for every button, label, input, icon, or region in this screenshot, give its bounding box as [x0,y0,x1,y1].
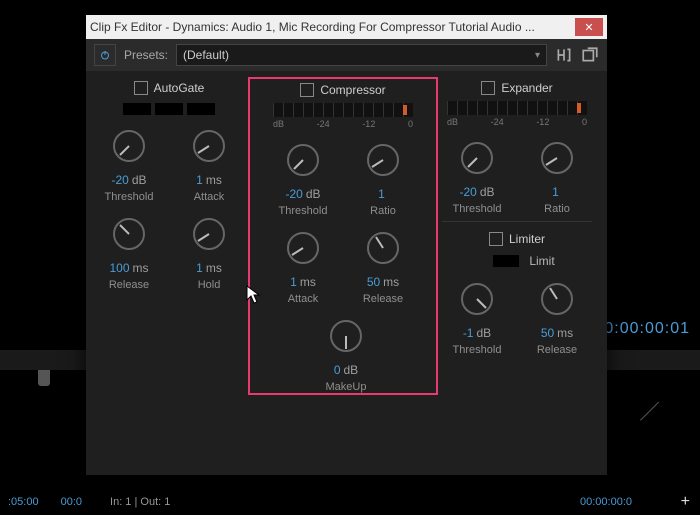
section-autogate: AutoGate -20dB Threshold 1ms Attack [94,77,244,395]
close-icon: ✕ [584,21,593,34]
section-limiter: Limiter Limit -1dB Threshold [442,221,592,356]
status-timecode-1: :05:00 [8,496,39,508]
limiter-title: Limiter [509,232,545,246]
presets-label: Presets: [124,48,168,62]
status-bar: :05:00 00:0 In: 1 | Out: 1 00:00:00:0 + [0,489,700,515]
dynamics-sections: AutoGate -20dB Threshold 1ms Attack [86,71,607,403]
undock-button[interactable] [581,46,599,64]
expander-meter-scale: dB-24-120 [447,117,587,127]
host-app: 00:00:00:01 :05:00 00:0 In: 1 | Out: 1 0… [0,0,700,515]
add-button[interactable]: + [681,493,690,511]
compressor-gr-meter [273,103,413,117]
autogate-title: AutoGate [154,81,205,95]
status-timecode-2: 00:0 [61,496,82,508]
expander-enable-checkbox[interactable] [481,81,495,95]
autogate-hold-knob[interactable] [188,213,230,255]
limiter-threshold-knob[interactable] [456,278,498,320]
autogate-enable-checkbox[interactable] [134,81,148,95]
routing-icon [555,46,573,64]
fx-toolbar: Presets: (Default) ▾ [86,39,607,71]
section-expander: Expander dB-24-120 -20dB Threshold [442,77,592,215]
autogate-state-leds [123,103,215,115]
clip-fx-editor-window: Clip Fx Editor - Dynamics: Audio 1, Mic … [86,15,607,475]
compressor-enable-checkbox[interactable] [300,83,314,97]
compressor-header[interactable]: Compressor [300,79,385,101]
status-in-out: In: 1 | Out: 1 [110,496,170,508]
compressor-ratio-knob[interactable] [362,139,404,181]
compressor-attack-knob[interactable] [282,227,324,269]
compressor-title: Compressor [320,83,385,97]
status-timecode-3: 00:00:00:0 [580,496,632,508]
limiter-enable-checkbox[interactable] [489,232,503,246]
preset-dropdown[interactable]: (Default) ▾ [176,44,547,66]
window-titlebar[interactable]: Clip Fx Editor - Dynamics: Audio 1, Mic … [86,15,607,39]
limiter-clip-led [493,255,519,267]
expander-ratio-knob[interactable] [536,137,578,179]
sequence-timecode: 00:00:00:01 [594,320,690,338]
autogate-header[interactable]: AutoGate [134,77,205,99]
compressor-meter-scale: dB-24-120 [273,119,413,129]
limiter-header[interactable]: Limiter [489,228,545,250]
expander-threshold-knob[interactable] [456,137,498,179]
autogate-release-knob[interactable] [108,213,150,255]
autogate-threshold-knob[interactable] [108,125,150,167]
expander-title: Expander [501,81,552,95]
limiter-limit-label: Limit [529,254,554,268]
chevron-down-icon: ▾ [535,50,540,61]
compressor-threshold-knob[interactable] [282,139,324,181]
power-icon [99,49,111,61]
playhead-marker[interactable] [38,370,50,386]
window-close-button[interactable]: ✕ [575,18,603,36]
expander-gr-meter [447,101,587,115]
autogate-attack-knob[interactable] [188,125,230,167]
section-compressor: Compressor dB-24-120 -20dB Threshold [248,77,438,395]
window-title: Clip Fx Editor - Dynamics: Audio 1, Mic … [90,20,571,34]
expander-header[interactable]: Expander [481,77,552,99]
channel-map-button[interactable] [555,46,573,64]
resize-grip[interactable] [640,420,670,450]
compressor-makeup-knob[interactable] [325,315,367,357]
bypass-toggle[interactable] [94,44,116,66]
limiter-release-knob[interactable] [536,278,578,320]
compressor-release-knob[interactable] [362,227,404,269]
preset-selected: (Default) [183,48,229,62]
popout-icon [581,46,599,64]
